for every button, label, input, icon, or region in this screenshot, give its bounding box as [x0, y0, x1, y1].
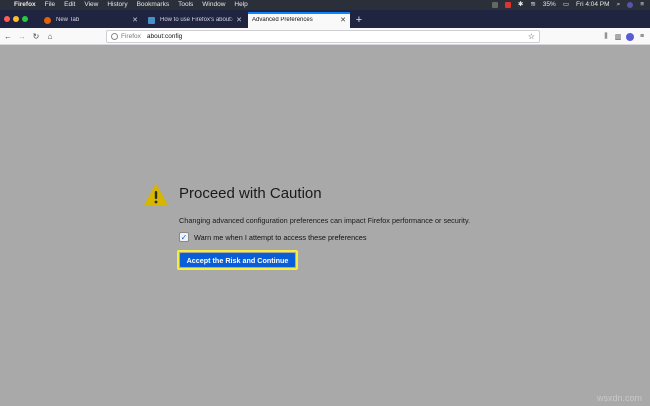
battery-icon[interactable]: ▭	[563, 0, 569, 10]
watermark: wsxdn.com	[596, 393, 642, 403]
tab-title: Advanced Preferences	[252, 17, 313, 23]
library-icon[interactable]: ⫼	[600, 33, 612, 41]
site-icon	[148, 16, 155, 24]
zoom-window-button[interactable]	[22, 16, 28, 22]
menu-window[interactable]: Window	[202, 0, 225, 10]
menu-view[interactable]: View	[84, 0, 98, 10]
account-icon[interactable]	[626, 32, 634, 41]
battery-percent: 35%	[542, 1, 556, 8]
identity-icon[interactable]	[111, 33, 118, 40]
menu-tools[interactable]: Tools	[178, 0, 193, 10]
identity-label: Firefox	[121, 33, 141, 40]
back-icon[interactable]: ←	[2, 32, 14, 41]
close-tab-icon[interactable]: ✕	[236, 16, 242, 24]
status-app-icon[interactable]	[491, 2, 498, 8]
close-window-button[interactable]	[4, 16, 10, 22]
tab-how-to-use[interactable]: How to use Firefox's about:config ✕	[144, 12, 246, 28]
status-area: ✱ ≋ 35% ▭ Fri 4:04 PM ⌕ ≡	[485, 0, 650, 10]
hamburger-menu-icon[interactable]: ≡	[636, 33, 648, 40]
wifi-icon[interactable]: ≋	[530, 0, 535, 10]
warning-description: Changing advanced configuration preferen…	[179, 216, 471, 225]
menu-file[interactable]: File	[45, 0, 55, 10]
menu-edit[interactable]: Edit	[64, 0, 75, 10]
close-tab-icon[interactable]: ✕	[340, 16, 346, 24]
user-icon[interactable]	[627, 2, 634, 8]
sidebar-icon[interactable]: ▥	[612, 33, 624, 41]
bluetooth-icon[interactable]: ✱	[518, 0, 523, 10]
firefox-icon	[44, 16, 51, 24]
page-title: Proceed with Caution	[179, 185, 322, 202]
warn-checkbox-row[interactable]: ✓ Warn me when I attempt to access these…	[179, 232, 367, 242]
window-controls	[0, 10, 40, 28]
warning-icon	[144, 184, 168, 206]
accept-risk-button[interactable]: Accept the Risk and Continue	[180, 253, 295, 267]
menu-firefox[interactable]: Firefox	[14, 0, 36, 10]
status-record-icon[interactable]	[504, 2, 511, 8]
menu-bookmarks[interactable]: Bookmarks	[137, 0, 170, 10]
menu-list-icon[interactable]: ≡	[640, 0, 644, 10]
bookmark-star-icon[interactable]: ☆	[528, 32, 535, 41]
tab-title: New Tab	[56, 17, 80, 23]
url-bar[interactable]: Firefox about:config ☆	[106, 30, 540, 43]
new-tab-button[interactable]: +	[352, 12, 366, 28]
tab-strip: New Tab ✕ How to use Firefox's about:con…	[0, 10, 650, 28]
macos-menubar: Firefox File Edit View History Bookmarks…	[0, 0, 650, 10]
reload-icon[interactable]: ↻	[30, 32, 42, 41]
accept-button-highlight: Accept the Risk and Continue	[177, 250, 298, 270]
close-tab-icon[interactable]: ✕	[132, 16, 138, 24]
menu-help[interactable]: Help	[234, 0, 247, 10]
tab-title: How to use Firefox's about:config	[160, 17, 233, 23]
toolbar-right: ⫼ ▥ ≡	[600, 28, 648, 45]
forward-icon[interactable]: →	[16, 32, 28, 41]
tab-advanced-preferences[interactable]: Advanced Preferences ✕	[248, 12, 350, 28]
minimize-window-button[interactable]	[13, 16, 19, 22]
menu-history[interactable]: History	[107, 0, 127, 10]
url-text[interactable]: about:config	[147, 33, 528, 40]
tab-new-tab[interactable]: New Tab ✕	[40, 12, 142, 28]
warn-checkbox[interactable]: ✓	[179, 232, 189, 242]
warn-checkbox-label[interactable]: Warn me when I attempt to access these p…	[194, 233, 367, 242]
search-icon[interactable]: ⌕	[617, 0, 621, 10]
clock[interactable]: Fri 4:04 PM	[576, 0, 610, 10]
home-icon[interactable]: ⌂	[44, 32, 56, 41]
navigation-toolbar: ← → ↻ ⌂ Firefox about:config ☆ ⫼ ▥ ≡	[0, 28, 650, 45]
